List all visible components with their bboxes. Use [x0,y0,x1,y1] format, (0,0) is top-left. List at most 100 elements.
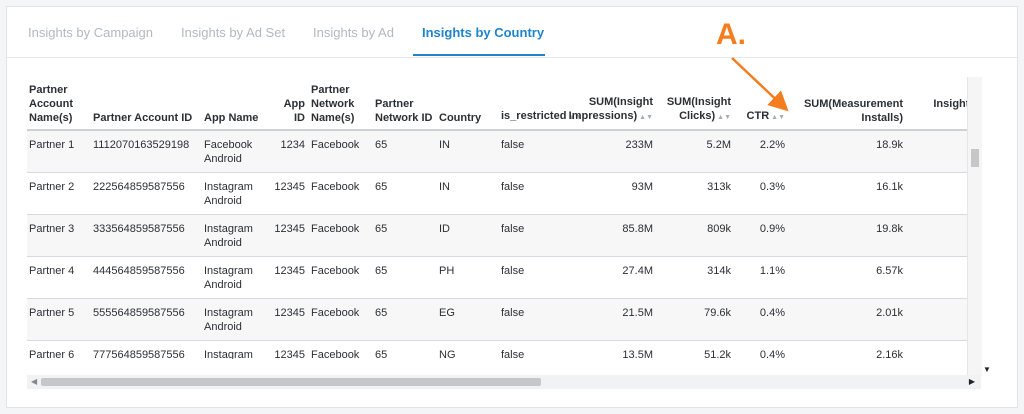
column-header-ctr[interactable]: CTR ▲▼ [735,77,789,131]
cell-clicks: 5.2M [657,130,735,173]
scroll-left-icon[interactable]: ◀ [31,375,37,389]
cell-partner-network-id: 65 [373,256,437,299]
column-header-app-name[interactable]: App Name [202,77,270,131]
cell-partner-account-name: Partner 2 [27,172,91,215]
cell-app-id: 1234 [270,130,309,173]
table-row[interactable]: Partner 1 1112070163529198 Facebook Andr… [27,130,967,173]
cell-is-restricted: false [499,130,563,173]
cell-app-name: Instagram Android [202,340,270,359]
column-header-partner-network-name[interactable]: Partner Network Name(s) [309,77,373,131]
cell-partner-network-name: Facebook [309,130,373,173]
cell-ctr: 0.4% [735,298,789,341]
cell-conversion-rate [907,172,967,215]
cell-app-name: Instagram Android [202,172,270,215]
cell-conversion-rate [907,214,967,257]
cell-installs: 18.9k [789,130,907,173]
cell-clicks: 809k [657,214,735,257]
cell-partner-network-name: Facebook [309,340,373,359]
column-header-partner-account-id[interactable]: Partner Account ID [91,77,202,131]
cell-clicks: 314k [657,256,735,299]
cell-partner-network-id: 65 [373,340,437,359]
column-header-app-id[interactable]: App ID [270,77,309,131]
cell-is-restricted: false [499,298,563,341]
tab-insights-by-ad-set[interactable]: Insights by Ad Set [181,25,285,40]
cell-is-restricted: false [499,340,563,359]
cell-app-id: 12345 [270,214,309,257]
cell-country: NG [437,340,499,359]
cell-ctr: 2.2% [735,130,789,173]
cell-conversion-rate [907,340,967,359]
cell-partner-network-id: 65 [373,298,437,341]
cell-country: IN [437,172,499,215]
cell-ctr: 0.3% [735,172,789,215]
cell-is-restricted: false [499,256,563,299]
column-header-insight-conversion-rate[interactable]: Insight Conversion Rate [907,77,967,131]
cell-app-name: Instagram Android [202,214,270,257]
cell-is-restricted: false [499,214,563,257]
cell-is-restricted: false [499,172,563,215]
table-row[interactable]: Partner 5 555564859587556 Instagram Andr… [27,298,967,341]
column-header-sum-measurement-installs[interactable]: SUM(Measurement Installs) [789,77,907,131]
cell-installs: 6.57k [789,256,907,299]
cell-conversion-rate [907,298,967,341]
tab-insights-by-campaign[interactable]: Insights by Campaign [28,25,153,40]
active-tab-indicator [413,54,545,56]
cell-app-id: 12345 [270,298,309,341]
cell-partner-network-name: Facebook [309,256,373,299]
table-row[interactable]: Partner 6 777564859587556 Instagram Andr… [27,340,967,359]
cell-partner-account-name: Partner 4 [27,256,91,299]
table-header-row: Partner Account Name(s) Partner Account … [27,77,967,131]
cell-partner-network-id: 65 [373,130,437,173]
cell-impressions: 13.5M [563,340,657,359]
column-header-sum-insight-impressions[interactable]: SUM(Insight Impressions) ▲▼ [563,77,657,131]
cell-partner-account-id: 444564859587556 [91,256,202,299]
cell-conversion-rate [907,256,967,299]
cell-partner-account-id: 555564859587556 [91,298,202,341]
cell-ctr: 0.4% [735,340,789,359]
scroll-right-icon[interactable]: ▶ [969,375,975,389]
table-row[interactable]: Partner 2 222564859587556 Instagram Andr… [27,172,967,215]
cell-app-name: Instagram Android [202,298,270,341]
cell-impressions: 85.8M [563,214,657,257]
column-header-partner-network-id[interactable]: Partner Network ID [373,77,437,131]
cell-partner-network-name: Facebook [309,214,373,257]
insights-table: Partner Account Name(s) Partner Account … [27,77,967,359]
cell-partner-network-id: 65 [373,172,437,215]
cell-partner-network-id: 65 [373,214,437,257]
table-row[interactable]: Partner 4 444564859587556 Instagram Andr… [27,256,967,299]
tab-bar: Insights by Campaign Insights by Ad Set … [7,7,1017,58]
horizontal-scrollbar[interactable]: ◀ ▶ [27,375,981,389]
column-header-is-restricted[interactable]: is_restricted ▲▼ [499,77,582,131]
cell-partner-account-name: Partner 5 [27,298,91,341]
sort-icon[interactable]: ▲▼ [717,114,731,121]
table-row[interactable]: Partner 3 333564859587556 Instagram Andr… [27,214,967,257]
cell-partner-account-id: 777564859587556 [91,340,202,359]
cell-country: IN [437,130,499,173]
annotation-label: A. [716,18,746,51]
cell-country: PH [437,256,499,299]
cell-impressions: 93M [563,172,657,215]
horizontal-scroll-thumb[interactable] [41,378,541,386]
cell-partner-account-id: 1112070163529198 [91,130,202,173]
sort-icon[interactable]: ▲▼ [771,114,785,121]
cell-app-id: 12345 [270,256,309,299]
column-header-partner-account-name[interactable]: Partner Account Name(s) [27,77,91,131]
cell-app-id: 12345 [270,172,309,215]
table-viewport: Partner Account Name(s) Partner Account … [27,77,967,359]
cell-impressions: 233M [563,130,657,173]
column-header-country[interactable]: Country [437,77,499,131]
cell-country: EG [437,298,499,341]
cell-partner-network-name: Facebook [309,298,373,341]
sort-icon[interactable]: ▲▼ [639,114,653,121]
column-header-sum-insight-clicks[interactable]: SUM(Insight Clicks) ▲▼ [657,77,735,131]
insights-panel: Insights by Campaign Insights by Ad Set … [6,6,1018,408]
cell-app-id: 12345 [270,340,309,359]
scroll-down-icon[interactable]: ▼ [983,365,991,374]
tab-insights-by-country[interactable]: Insights by Country [422,25,544,40]
cell-partner-account-name: Partner 3 [27,214,91,257]
tab-insights-by-ad[interactable]: Insights by Ad [313,25,394,40]
vertical-scrollbar[interactable] [967,77,982,377]
vertical-scroll-thumb[interactable] [971,149,979,167]
cell-country: ID [437,214,499,257]
cell-installs: 2.01k [789,298,907,341]
